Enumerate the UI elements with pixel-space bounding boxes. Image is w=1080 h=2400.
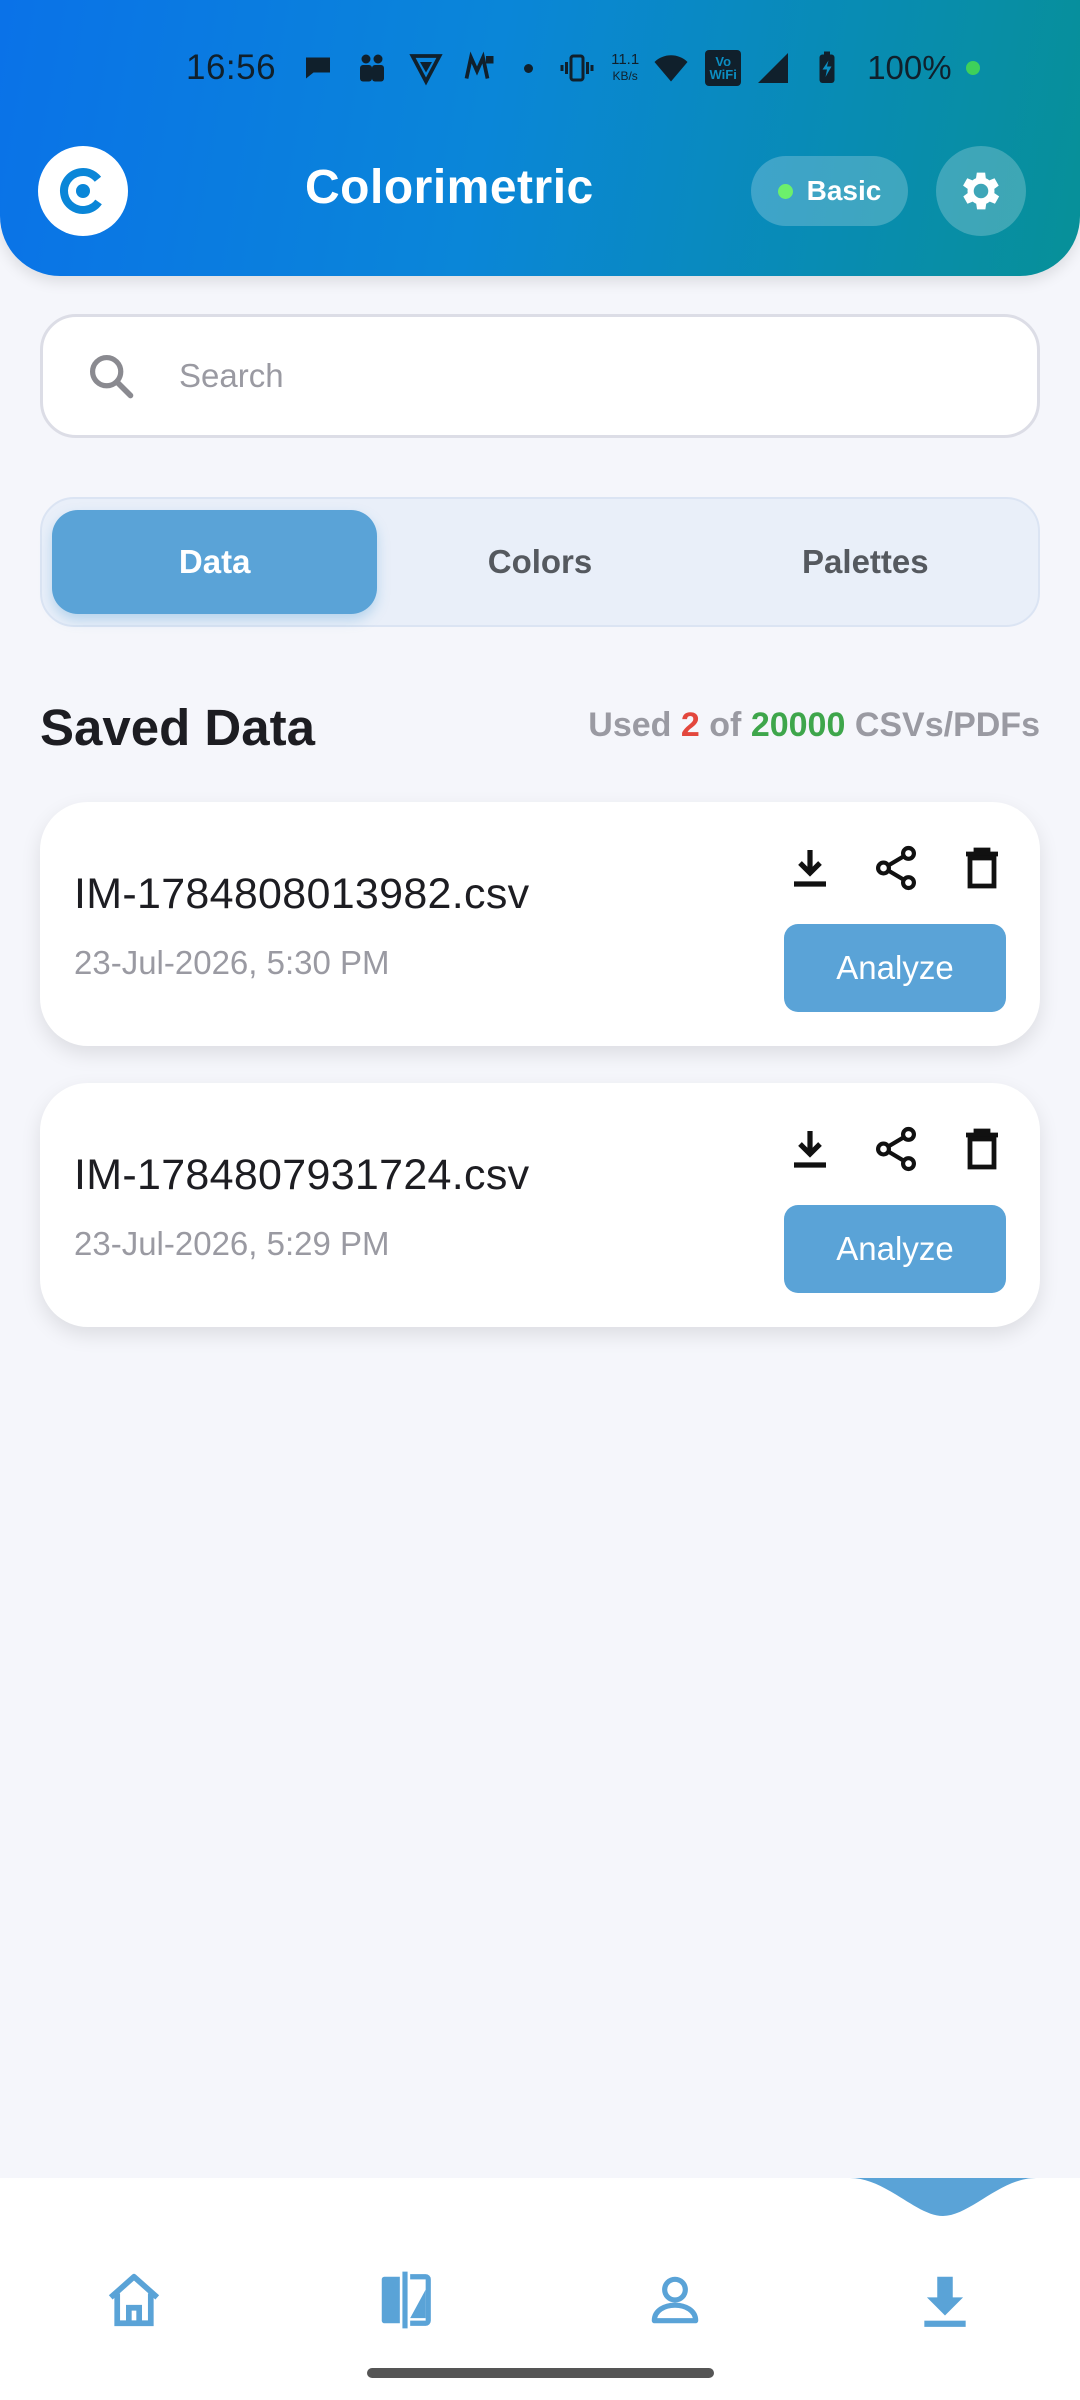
nav-compare[interactable]	[365, 2260, 445, 2340]
analyze-button[interactable]: Analyze	[784, 1205, 1006, 1293]
app-header: 16:56 11.1 KB/s Vo WiFi 100% Colorimetri…	[0, 0, 1080, 276]
search-icon	[81, 346, 141, 406]
file-name: IM-1784808013982.csv	[74, 870, 530, 918]
trash-icon	[966, 847, 998, 889]
chat-bubble-icon	[298, 48, 338, 88]
people-icon	[352, 48, 392, 88]
vowifi-badge: Vo WiFi	[705, 50, 742, 86]
download-icon	[794, 850, 826, 887]
plan-status-dot	[777, 183, 793, 199]
saved-file-card: IM-1784808013982.csv 23-Jul-2026, 5:30 P…	[40, 802, 1040, 1046]
usage-of: of	[709, 706, 742, 744]
nav-home[interactable]	[94, 2260, 174, 2340]
vibrate-icon	[557, 48, 597, 88]
category-tabs: Data Colors Palettes	[40, 497, 1040, 627]
active-tab-indicator	[850, 2178, 1036, 2216]
status-time: 16:56	[186, 48, 277, 87]
net-speed-value: 11.1	[611, 51, 640, 68]
delete-button[interactable]	[952, 838, 1012, 898]
search-bar[interactable]	[40, 314, 1040, 438]
section-title: Saved Data	[40, 699, 315, 756]
compare-icon	[381, 2271, 431, 2329]
home-icon	[108, 2273, 160, 2327]
usage-suffix: CSVs/PDFs	[854, 706, 1040, 744]
download-button[interactable]	[780, 1119, 840, 1179]
download-button[interactable]	[780, 838, 840, 898]
app-logo[interactable]	[38, 146, 128, 236]
plan-label: Basic	[806, 175, 882, 206]
shield-icon	[406, 48, 446, 88]
share-button[interactable]	[866, 838, 926, 898]
net-speed-unit: KB/s	[612, 69, 638, 83]
search-input[interactable]	[179, 357, 979, 395]
nav-downloads[interactable]	[905, 2260, 985, 2340]
tab-palettes[interactable]: Palettes	[703, 510, 1028, 614]
usage-prefix: Used	[588, 706, 672, 744]
privacy-indicator-dot	[965, 61, 980, 75]
profile-icon	[651, 2276, 699, 2324]
cell-signal-icon	[753, 48, 793, 88]
download-icon	[794, 1131, 826, 1168]
wifi-icon	[651, 48, 691, 88]
trash-icon	[966, 1128, 998, 1170]
file-date: 23-Jul-2026, 5:30 PM	[74, 944, 390, 981]
usage-counter: Used 2 of 20000 CSVs/PDFs	[588, 706, 1040, 745]
file-date: 23-Jul-2026, 5:29 PM	[74, 1225, 390, 1262]
usage-used-count: 2	[680, 706, 700, 744]
share-icon	[876, 1126, 916, 1172]
myntra-app-icon	[460, 48, 500, 88]
app-logo-icon	[60, 168, 106, 214]
more-notifications-dot	[524, 63, 534, 73]
saved-file-card: IM-1784807931724.csv 23-Jul-2026, 5:29 P…	[40, 1083, 1040, 1327]
net-speed: 11.1 KB/s	[611, 52, 639, 84]
usage-limit-count: 20000	[750, 706, 846, 744]
tab-colors[interactable]: Colors	[377, 510, 702, 614]
download-icon	[924, 2276, 966, 2327]
battery-charging-icon	[807, 48, 847, 88]
nav-profile[interactable]	[635, 2260, 715, 2340]
settings-button[interactable]	[936, 146, 1026, 236]
plan-badge[interactable]: Basic	[751, 156, 908, 226]
system-home-indicator[interactable]	[367, 2368, 714, 2378]
share-button[interactable]	[866, 1119, 926, 1179]
analyze-button[interactable]: Analyze	[784, 924, 1006, 1012]
app-title: Colorimetric	[305, 161, 594, 214]
share-icon	[876, 845, 916, 891]
status-bar: 16:56 11.1 KB/s Vo WiFi 100%	[186, 40, 1080, 96]
file-name: IM-1784807931724.csv	[74, 1151, 530, 1199]
gear-icon	[963, 172, 1000, 210]
battery-percent: 100%	[867, 49, 952, 86]
tab-data[interactable]: Data	[52, 510, 378, 614]
delete-button[interactable]	[952, 1119, 1012, 1179]
